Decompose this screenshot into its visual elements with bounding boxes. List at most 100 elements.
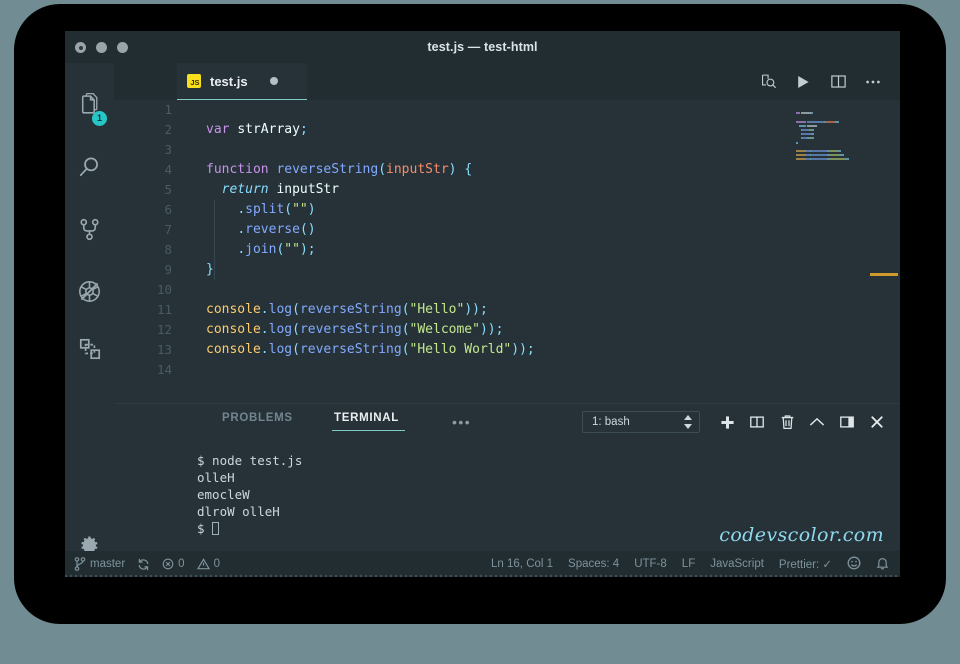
- warning-icon: [197, 558, 210, 570]
- minimap-token: [801, 112, 811, 114]
- status-warnings-count: 0: [214, 558, 220, 570]
- explorer-badge: 1: [92, 111, 107, 126]
- status-warnings[interactable]: 0: [197, 558, 220, 570]
- tab-problems[interactable]: PROBLEMS: [222, 412, 293, 424]
- status-cursor-position[interactable]: Ln 16, Col 1: [491, 558, 553, 570]
- plus-icon[interactable]: [712, 409, 742, 435]
- panel-layout-icon[interactable]: [832, 409, 862, 435]
- status-bar-right: Ln 16, Col 1 Spaces: 4 UTF-8 LF JavaScri…: [491, 556, 900, 573]
- status-eol[interactable]: LF: [682, 558, 695, 570]
- debug-icon: [77, 279, 102, 304]
- unsaved-indicator-icon[interactable]: [270, 77, 278, 85]
- minimap-token: [796, 150, 805, 152]
- status-indentation[interactable]: Spaces: 4: [568, 558, 619, 570]
- line-number: 2: [114, 120, 172, 140]
- line-text: console.log(reverseString("Welcome"));: [206, 320, 503, 340]
- minimap-token: [811, 150, 827, 152]
- minimap-token: [796, 142, 798, 144]
- line-text: function reverseString(inputStr) {: [206, 160, 472, 180]
- line-number: 12: [114, 320, 172, 340]
- minimap-token: [807, 125, 817, 127]
- trash-icon[interactable]: [772, 409, 802, 435]
- extensions-icon: [78, 337, 102, 361]
- terminal-line: $ node test.js: [197, 452, 900, 469]
- minimap-token: [811, 154, 827, 156]
- bell-icon[interactable]: [876, 556, 889, 573]
- terminal-line: dlroW olleH: [197, 503, 900, 520]
- panel-more-icon[interactable]: •••: [452, 414, 471, 430]
- line-number: 7: [114, 220, 172, 240]
- tab-terminal[interactable]: TERMINAL: [334, 412, 399, 424]
- minimap-token: [811, 133, 814, 135]
- chevron-up-icon[interactable]: [802, 409, 832, 435]
- status-errors-count: 0: [178, 558, 184, 570]
- status-encoding[interactable]: UTF-8: [634, 558, 667, 570]
- sidebar-item-extensions[interactable]: [65, 325, 114, 373]
- minimap-token: [829, 154, 840, 156]
- line-number: 4: [114, 160, 172, 180]
- code-editor[interactable]: 12 var strArray; 34 function reverseString(…: [114, 100, 900, 403]
- tab-test-js[interactable]: JS test.js: [177, 63, 307, 100]
- line-text: return inputStr: [206, 180, 339, 200]
- minimap-token: [829, 150, 838, 152]
- status-sync[interactable]: [137, 558, 150, 571]
- line-number: 5: [114, 180, 172, 200]
- minimap-token: [812, 129, 814, 131]
- split-icon[interactable]: [742, 409, 772, 435]
- status-language-mode[interactable]: JavaScript: [710, 558, 764, 570]
- site-watermark: codevscolor.com: [719, 524, 884, 546]
- line-text: var strArray;: [206, 120, 308, 140]
- minimap-token: [796, 112, 800, 114]
- line-number: 6: [114, 200, 172, 220]
- sidebar-item-run-and-debug[interactable]: [65, 267, 114, 315]
- status-errors[interactable]: 0: [162, 558, 184, 570]
- minimap-token: [811, 137, 814, 139]
- minimap[interactable]: [790, 100, 900, 403]
- editor-tab-bar: JS test.js: [114, 63, 900, 100]
- branch-icon: [74, 557, 86, 571]
- line-number: 10: [114, 280, 172, 300]
- line-text: }: [206, 260, 214, 280]
- terminal-select[interactable]: 1: bash: [582, 411, 700, 433]
- status-branch-label: master: [90, 558, 125, 570]
- terminal-cursor: [212, 522, 219, 535]
- panel-actions: 1: bash: [582, 409, 892, 435]
- open-changes-icon[interactable]: [759, 73, 777, 91]
- panel-tab-bar: PROBLEMS TERMINAL ••• 1: bash: [114, 404, 900, 441]
- minimap-token: [796, 154, 805, 156]
- status-bar: master 0 0 Ln 16, Co: [65, 551, 900, 577]
- minimap-token: [802, 133, 811, 135]
- tab-label: test.js: [210, 74, 248, 89]
- line-text: .split(""): [206, 200, 316, 220]
- close-icon[interactable]: [862, 409, 892, 435]
- play-icon[interactable]: [794, 73, 812, 91]
- sidebar-item-search[interactable]: [65, 143, 114, 191]
- minimap-marker: [870, 273, 898, 276]
- search-icon: [77, 155, 102, 180]
- line-number: 1: [114, 100, 172, 120]
- minimap-token: [807, 121, 823, 123]
- smiley-icon[interactable]: [847, 556, 861, 573]
- sidebar-item-explorer[interactable]: 1: [65, 81, 114, 129]
- status-prettier[interactable]: Prettier: ✓: [779, 557, 832, 571]
- terminal-select-value: 1: bash: [592, 416, 630, 428]
- vscode-window: test.js — test-html 1: [65, 31, 900, 577]
- line-number: 13: [114, 340, 172, 360]
- terminal-line: emocleW: [197, 486, 900, 503]
- minimap-token: [829, 158, 845, 160]
- line-number: 11: [114, 300, 172, 320]
- line-text: console.log(reverseString("Hello"));: [206, 300, 488, 320]
- source-control-icon: [77, 217, 102, 242]
- line-number: 3: [114, 140, 172, 160]
- minimap-token: [796, 158, 805, 160]
- minimap-token: [837, 150, 841, 152]
- window-title: test.js — test-html: [65, 31, 900, 63]
- line-text: .join("");: [206, 240, 316, 260]
- sidebar-item-source-control[interactable]: [65, 205, 114, 253]
- status-git-branch[interactable]: master: [74, 557, 125, 571]
- ellipsis-icon[interactable]: [864, 73, 882, 91]
- split-editor-icon[interactable]: [829, 73, 847, 91]
- line-number: 9: [114, 260, 172, 280]
- minimap-token: [845, 158, 849, 160]
- js-icon: JS: [187, 74, 201, 88]
